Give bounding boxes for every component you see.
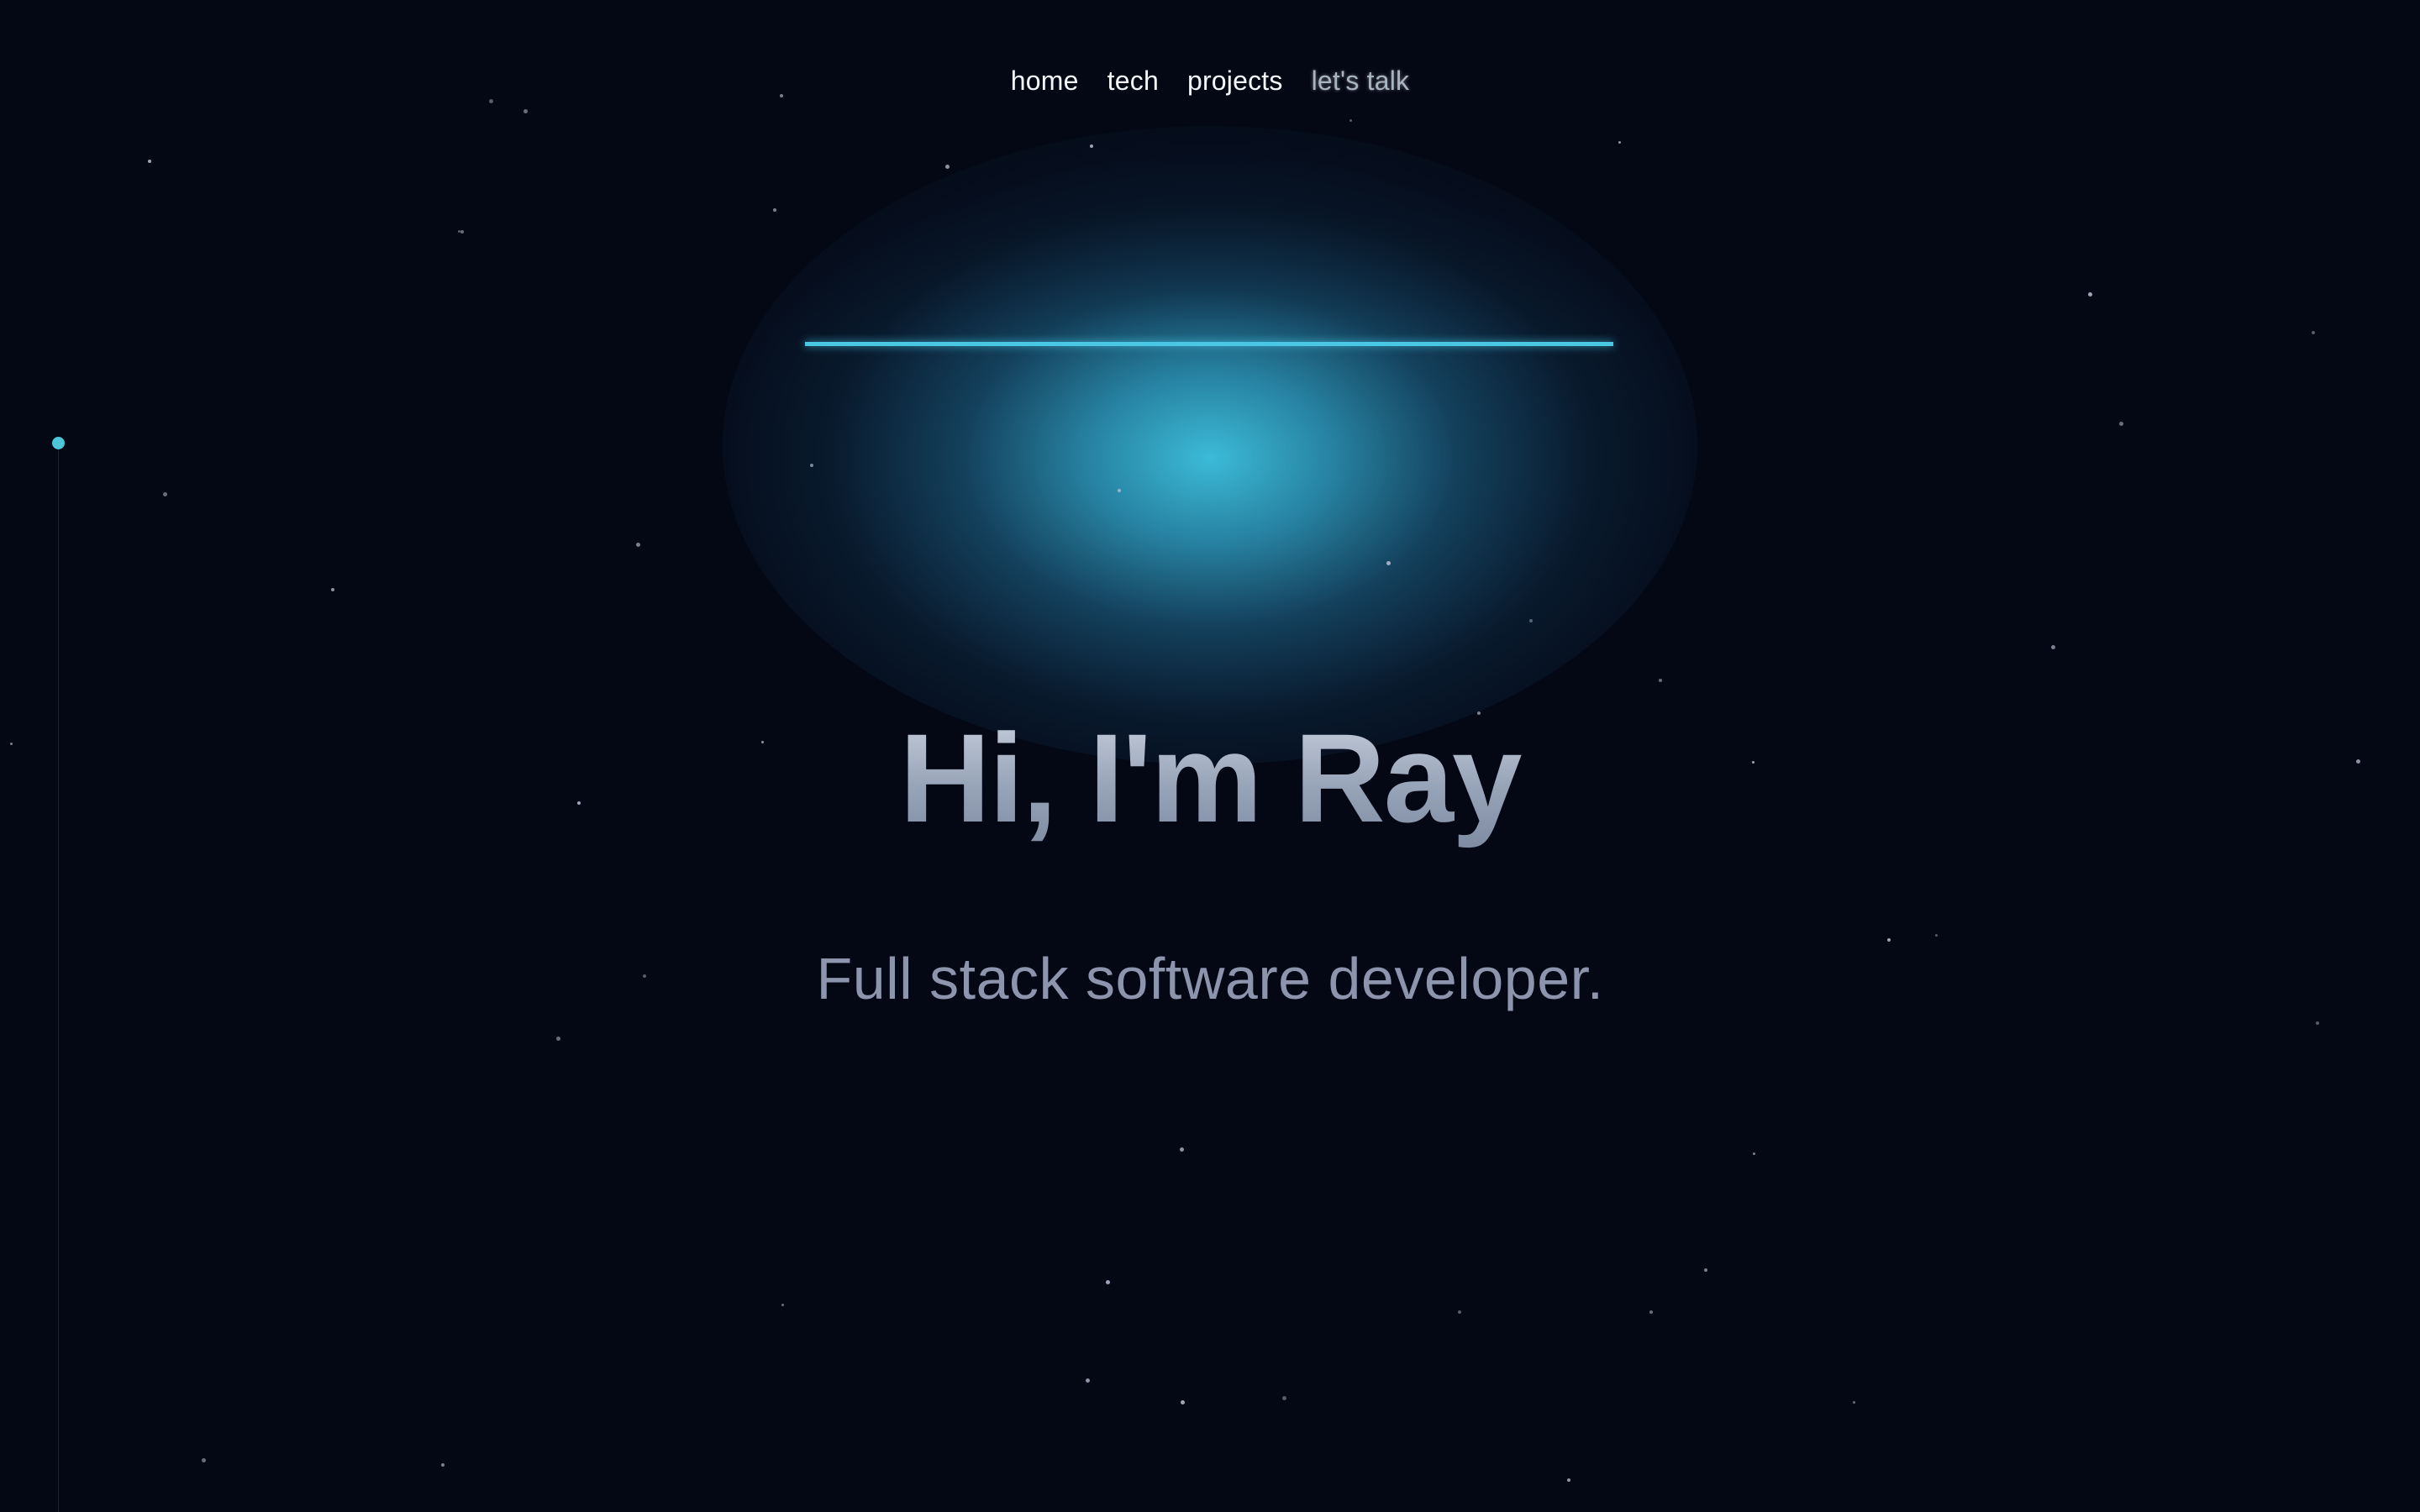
star [1090, 144, 1093, 148]
nav-tech[interactable]: tech [1107, 66, 1159, 97]
hero-title: Hi, I'm Ray [0, 706, 2420, 851]
star [810, 464, 813, 467]
star [1853, 1401, 1855, 1404]
scroll-rail [58, 447, 59, 1512]
star [773, 208, 776, 212]
star [1118, 489, 1121, 492]
star [2312, 331, 2315, 334]
star [1458, 1310, 1461, 1314]
star [1180, 1147, 1184, 1152]
star [1086, 1378, 1090, 1383]
star [1567, 1478, 1570, 1482]
top-nav: home tech projects let's talk [0, 66, 2420, 97]
star [556, 1037, 560, 1041]
dot-rail-icon[interactable] [52, 437, 65, 449]
star [636, 543, 640, 547]
star [2119, 422, 2123, 426]
star [1935, 934, 1938, 937]
nav-lets-talk[interactable]: let's talk [1312, 66, 1410, 97]
star [2051, 645, 2055, 649]
star [489, 99, 493, 103]
star [2316, 1021, 2319, 1025]
star [1106, 1280, 1110, 1284]
star [460, 230, 464, 234]
glow-mask [588, 0, 1832, 344]
star [1753, 1152, 1755, 1155]
star [1386, 561, 1391, 565]
light-beam [805, 342, 1613, 346]
star [2088, 292, 2092, 297]
star [1649, 1310, 1653, 1314]
nav-home[interactable]: home [1011, 66, 1079, 97]
star [163, 492, 167, 496]
star [148, 160, 151, 163]
star [781, 1304, 784, 1306]
star [1618, 141, 1621, 144]
star [331, 588, 334, 591]
star [1181, 1400, 1185, 1404]
star [523, 109, 528, 113]
star [1349, 119, 1352, 122]
star [1282, 1396, 1286, 1400]
star [945, 165, 950, 169]
star [441, 1463, 445, 1467]
star [1529, 619, 1533, 622]
hero-page: home tech projects let's talk Hi, I'm Ra… [0, 0, 2420, 1512]
star [1704, 1268, 1707, 1272]
star [1659, 679, 1662, 682]
star [1887, 938, 1891, 942]
hero-subtitle: Full stack software developer. [816, 946, 1604, 1011]
nav-projects[interactable]: projects [1187, 66, 1283, 97]
hero-glow [723, 126, 1697, 764]
star [202, 1458, 206, 1462]
star [458, 230, 460, 233]
